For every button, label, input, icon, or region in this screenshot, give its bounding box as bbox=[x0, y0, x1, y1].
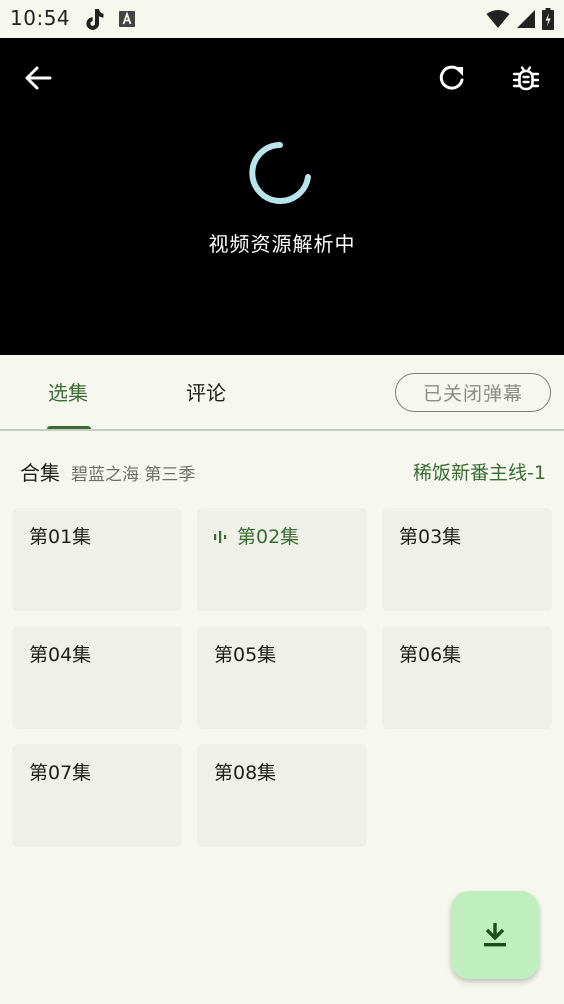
tab-comments[interactable]: 评论 bbox=[186, 377, 226, 406]
back-button[interactable] bbox=[18, 58, 58, 98]
episode-card[interactable]: 第07集 bbox=[12, 744, 182, 847]
debug-button[interactable] bbox=[506, 58, 546, 98]
tab-divider bbox=[0, 429, 564, 431]
signal-icon bbox=[516, 9, 536, 33]
status-time: 10:54 bbox=[10, 6, 71, 30]
episode-label: 第02集 bbox=[237, 526, 300, 548]
collection-header: 合集 碧蓝之海 第三季 稀饭新番主线-1 bbox=[0, 455, 564, 487]
bug-icon bbox=[512, 66, 540, 91]
tab-episodes[interactable]: 选集 bbox=[48, 377, 88, 406]
episode-card[interactable]: 第01集 bbox=[12, 508, 182, 611]
episode-label: 第07集 bbox=[29, 762, 92, 784]
tiktok-icon bbox=[82, 7, 104, 35]
a-box-icon bbox=[118, 10, 136, 32]
episode-card[interactable]: 第05集 bbox=[197, 626, 367, 729]
episode-card[interactable]: 第06集 bbox=[382, 626, 552, 729]
loading-spinner-icon bbox=[249, 142, 311, 204]
danmaku-toggle-button[interactable]: 已关闭弹幕 bbox=[395, 373, 551, 412]
arrow-back-icon bbox=[25, 66, 52, 90]
episode-card-playing[interactable]: 第02集 bbox=[197, 508, 367, 611]
refresh-button[interactable] bbox=[432, 58, 472, 98]
download-icon bbox=[484, 923, 506, 947]
status-bar: 10:54 bbox=[0, 0, 564, 38]
collection-subtitle: 碧蓝之海 第三季 bbox=[71, 465, 196, 485]
download-button[interactable] bbox=[451, 891, 539, 979]
episode-label: 第03集 bbox=[399, 526, 462, 548]
loading-text: 视频资源解析中 bbox=[208, 232, 356, 256]
episode-label: 第08集 bbox=[214, 762, 277, 784]
episode-card[interactable]: 第03集 bbox=[382, 508, 552, 611]
source-selector[interactable]: 稀饭新番主线-1 bbox=[413, 458, 546, 485]
video-player[interactable]: 视频资源解析中 bbox=[0, 38, 564, 355]
now-playing-icon bbox=[213, 527, 227, 549]
episode-card[interactable]: 第08集 bbox=[197, 744, 367, 847]
refresh-icon bbox=[439, 65, 464, 90]
wifi-icon bbox=[486, 9, 510, 33]
episode-label: 第06集 bbox=[399, 644, 462, 666]
episode-grid: 第01集 第02集 第03集 第04集 第05集 第06集 第07集 第08集 bbox=[12, 508, 552, 847]
collection-label: 合集 bbox=[20, 461, 60, 485]
episode-label: 第05集 bbox=[214, 644, 277, 666]
battery-icon bbox=[542, 8, 554, 34]
episode-label: 第01集 bbox=[29, 526, 92, 548]
episode-label: 第04集 bbox=[29, 644, 92, 666]
episode-card[interactable]: 第04集 bbox=[12, 626, 182, 729]
